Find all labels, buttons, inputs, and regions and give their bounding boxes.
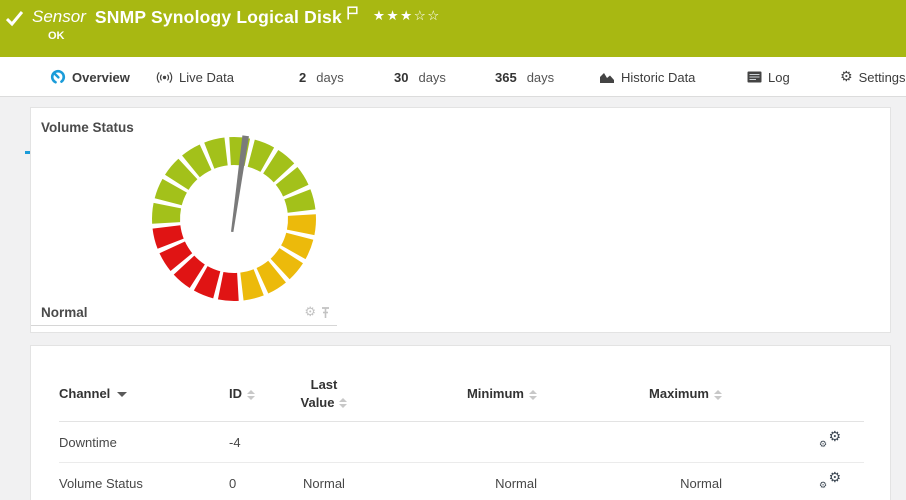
table-header-row: Channel ID Last Value Minimum Maximum [59,372,864,422]
cell-maximum: Normal [549,463,734,500]
tab-live-data[interactable]: Live Data [156,57,234,97]
tab-overview-label: Overview [72,70,130,85]
sort-desc-icon [117,392,127,397]
channels-table: Channel ID Last Value Minimum Maximum Do… [59,372,864,500]
cell-channel: Volume Status [59,463,229,500]
channel-settings-icon[interactable]: ⚙⚙ [819,432,841,449]
cell-last-value: Normal [274,463,374,500]
column-header-channel-label: Channel [59,386,110,401]
gauge-segment [152,203,181,224]
tab-2-days[interactable]: 2 days [299,57,344,97]
widget-gear-icon[interactable]: ⚙ [304,306,316,319]
page-title: SNMP Synology Logical Disk [95,7,342,28]
tab-bar: Overview Live Data 2 days 30 days 365 da… [0,57,906,97]
tab-365-days-unit: days [527,70,554,85]
column-header-minimum[interactable]: Minimum [374,372,549,422]
cell-id: -4 [229,422,274,463]
status-badge: OK [48,30,65,42]
tab-historic-data[interactable]: Historic Data [599,57,695,97]
object-kind-label: Sensor [32,7,86,27]
tab-settings[interactable]: ⚙ Settings [840,57,906,97]
sort-carets-icon [339,398,347,408]
tab-30-days[interactable]: 30 days [394,57,446,97]
tab-30-days-unit: days [418,70,445,85]
overview-gauge-panel: Volume Status Normal ⚙ [30,107,891,333]
sort-carets-icon [714,390,722,400]
priority-stars[interactable]: ★★★☆☆ [373,8,441,24]
tab-live-data-label: Live Data [179,70,234,85]
tab-overview[interactable]: Overview [50,57,130,97]
table-row: Volume Status0NormalNormalNormal⚙⚙ [59,463,864,500]
cell-actions: ⚙⚙ [734,422,864,463]
column-header-last-value[interactable]: Last Value [274,372,374,422]
ok-check-icon [6,10,23,27]
column-header-last-value-label: Last Value [301,377,338,410]
tab-2-days-unit: days [316,70,343,85]
cell-actions: ⚙⚙ [734,463,864,500]
column-header-minimum-label: Minimum [467,386,524,401]
tab-2-days-number: 2 [299,70,306,85]
volume-status-gauge-widget: Volume Status Normal ⚙ [31,108,337,326]
column-header-maximum-label: Maximum [649,386,709,401]
tab-log[interactable]: Log [747,57,790,97]
gauge-segment [218,272,239,301]
sensor-status-bar: Sensor SNMP Synology Logical Disk ★★★☆☆ … [0,0,906,57]
volume-status-gauge [149,134,319,304]
sort-carets-icon [529,390,537,400]
tab-30-days-number: 30 [394,70,408,85]
cell-id: 0 [229,463,274,500]
cell-last-value [274,422,374,463]
broadcast-icon [156,70,173,85]
channel-settings-icon[interactable]: ⚙⚙ [819,473,841,490]
gauge-value-label: Normal [41,305,88,320]
column-header-actions [734,372,864,422]
sort-carets-icon [247,390,255,400]
gauge-title: Volume Status [41,120,134,135]
gauge-footer: Normal ⚙ [41,305,331,320]
tab-settings-label: Settings [859,70,906,85]
column-header-maximum[interactable]: Maximum [549,372,734,422]
tab-historic-data-label: Historic Data [621,70,695,85]
channels-panel: Channel ID Last Value Minimum Maximum Do… [30,345,891,500]
cell-minimum [374,422,549,463]
table-row: Downtime-4 ⚙⚙ [59,422,864,463]
gauge-icon [50,69,66,85]
pin-icon[interactable] [320,306,331,319]
gear-icon: ⚙ [840,70,853,84]
column-header-id[interactable]: ID [229,372,274,422]
area-chart-icon [599,70,615,84]
tab-log-label: Log [768,70,790,85]
gauge-segment [287,214,316,235]
column-header-channel[interactable]: Channel [59,372,229,422]
log-icon [747,71,762,83]
flag-icon[interactable] [347,6,358,20]
tab-365-days[interactable]: 365 days [495,57,554,97]
tab-365-days-number: 365 [495,70,517,85]
cell-maximum [549,422,734,463]
sensor-header-row: Sensor SNMP Synology Logical Disk ★★★☆☆ [6,6,441,28]
cell-minimum: Normal [374,463,549,500]
column-header-id-label: ID [229,386,242,401]
cell-channel: Downtime [59,422,229,463]
